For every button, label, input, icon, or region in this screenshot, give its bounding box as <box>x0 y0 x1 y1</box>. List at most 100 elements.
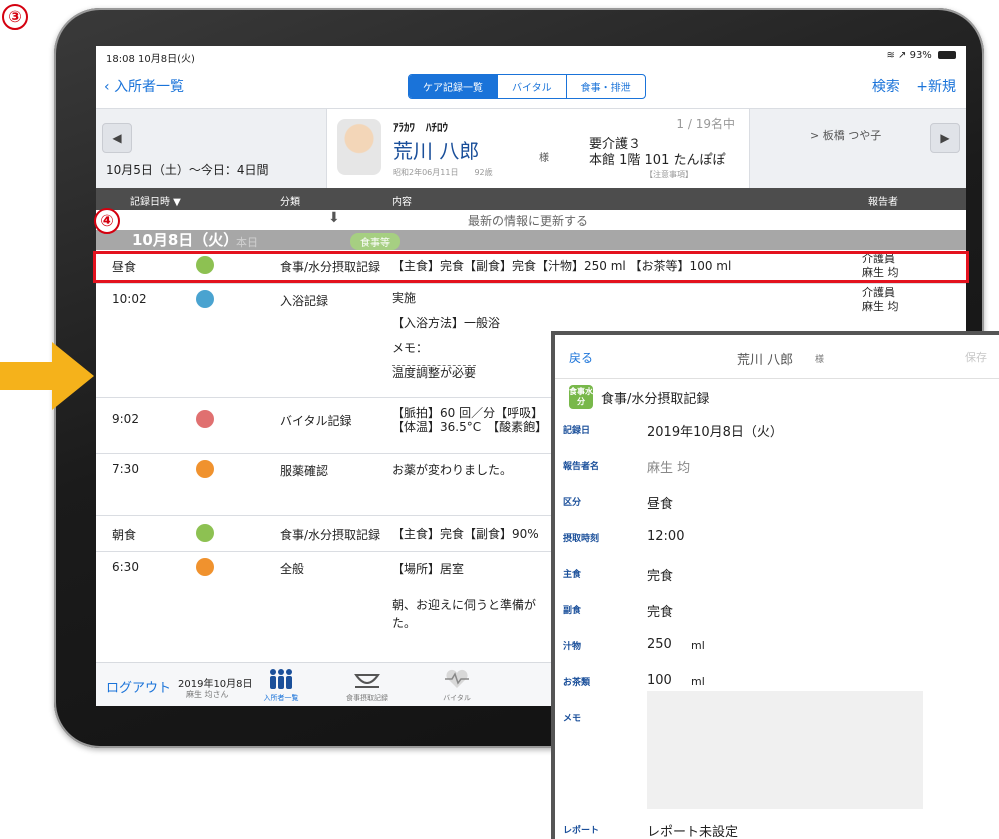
tab-residents[interactable]: 入所者一覧 <box>246 667 316 703</box>
content-line: メモ： <box>392 341 429 355</box>
row-content: お薬が変わりました。 <box>392 462 512 479</box>
row-content: 【場所】居室 朝、お迎えに伺うと準備が た。 <box>392 560 536 632</box>
row-time: 7:30 <box>112 462 139 476</box>
resident-count: 1 / 19名中 <box>676 117 735 131</box>
heart-pulse-icon <box>445 669 469 688</box>
segment-meal-excretion[interactable]: 食事・排泄 <box>567 75 645 98</box>
category-dot-icon <box>196 290 214 308</box>
resident-header: ◀ 10月5日（土）～今日：4日間 ｱﾗｶﾜ ﾊﾁﾛｳ 荒川 八郎 昭和2年06… <box>96 108 966 189</box>
content-line: 温度調整が必要 <box>392 365 477 380</box>
field-value: 12:00 <box>647 529 685 544</box>
field-value: 昼食 <box>647 497 674 512</box>
detail-header: 戻る 荒川 八郎 様 保存 <box>555 335 999 379</box>
tab-meal-records-label: 食事摂取記録 <box>346 694 388 702</box>
field-intake-time[interactable]: 摂取時刻 12:00 <box>555 521 999 555</box>
row-category: 入浴記録 <box>280 294 329 308</box>
field-staple[interactable]: 主食 完食 <box>555 557 999 591</box>
resident-room: 本館 1階 101 たんぽぽ <box>589 153 726 168</box>
next-resident-button[interactable]: ▶ <box>930 123 960 153</box>
field-date[interactable]: 記録日 2019年10月8日（火） <box>555 413 999 447</box>
meal-water-badge-icon: 食事水分 <box>569 385 593 409</box>
search-button[interactable]: 検索 <box>872 79 900 95</box>
tab-vitals[interactable]: バイタル <box>422 667 492 703</box>
field-value: 麻生 均 <box>647 461 691 476</box>
field-value: 250 <box>647 637 672 652</box>
battery-icon <box>938 51 956 59</box>
battery-level: 93% <box>909 50 932 61</box>
refresh-label: 最新の情報に更新する <box>468 214 589 228</box>
next-resident-name: > 板橋 つや子 <box>810 129 882 142</box>
resident-card[interactable]: ｱﾗｶﾜ ﾊﾁﾛｳ 荒川 八郎 昭和2年06月11日 92歳 様 要介護３ 本館… <box>326 109 750 189</box>
detail-back-button[interactable]: 戻る <box>569 349 593 366</box>
caution-notes-link[interactable]: 【注意事項】 <box>645 169 693 180</box>
content-line: 【主食】完食【副食】90% <box>392 527 539 541</box>
status-bar: 18:08 10月8日(火) ≋ ↗ 93% <box>96 46 966 65</box>
field-label: 主食 <box>563 570 582 580</box>
row-time: 朝食 <box>112 528 137 542</box>
field-label: お茶類 <box>563 678 591 688</box>
resident-dob: 昭和2年06月11日 92歳 <box>393 168 493 177</box>
field-value: 100 <box>647 673 672 688</box>
category-dot-icon <box>196 524 214 542</box>
tab-residents-label: 入所者一覧 <box>263 694 299 702</box>
row-content: 【脈拍】60 回／分【呼吸】 【体温】36.5°C 【酸素飽】 <box>392 406 547 434</box>
row-category: 服薬確認 <box>280 464 329 478</box>
row-content: 【主食】完食【副食】90% <box>392 526 539 543</box>
arrow-down-icon: ⬇ <box>328 210 340 226</box>
field-side[interactable]: 副食 完食 <box>555 593 999 627</box>
new-record-button[interactable]: +新規 <box>916 79 956 95</box>
wifi-icon: ≋ ↗ <box>886 50 910 61</box>
field-value: レポート未設定 <box>647 825 739 839</box>
field-value: 完食 <box>647 569 674 584</box>
field-unit: ml <box>691 675 705 688</box>
tab-vitals-label: バイタル <box>443 694 471 702</box>
resident-kana: ｱﾗｶﾜ ﾊﾁﾛｳ <box>393 121 448 134</box>
field-value: 2019年10月8日（火） <box>647 425 783 440</box>
meal-filter-chip[interactable]: 食事等 <box>350 233 400 250</box>
records-table-header: 記録日時 ▼ 分類 内容 報告者 <box>96 188 966 210</box>
memo-textarea[interactable] <box>647 691 923 809</box>
reporter-name: 麻生 均 <box>862 300 899 313</box>
status-right: ≋ ↗ 93% <box>886 50 956 61</box>
content-line: た。 <box>392 616 417 630</box>
category-dot-icon <box>196 558 214 576</box>
detail-title-text: 食事/水分摂取記録 <box>601 392 710 407</box>
detail-honorific: 様 <box>815 355 825 365</box>
view-segmented-control: ケア記録一覧 バイタル 食事・排泄 <box>408 74 646 99</box>
content-line: 【場所】居室 <box>392 562 465 576</box>
status-time: 18:08 10月8日(火) <box>106 54 195 65</box>
date-section-header: 10月8日（火） 本日 食事等 <box>96 230 966 250</box>
field-reporter[interactable]: 報告者名 麻生 均 <box>555 449 999 483</box>
back-to-residents-button[interactable]: ‹ 入所者一覧 <box>104 76 184 96</box>
field-meal-type[interactable]: 区分 昼食 <box>555 485 999 519</box>
field-label: 区分 <box>563 498 582 508</box>
save-button[interactable]: 保存 <box>965 349 987 365</box>
login-date: 2019年10月8日 <box>178 679 253 690</box>
prev-resident-button[interactable]: ◀ <box>102 123 132 153</box>
logout-button[interactable]: ログアウト <box>106 677 171 696</box>
resident-name: 荒川 八郎 <box>393 139 480 163</box>
record-period: 10月5日（土）～今日：4日間 <box>106 163 269 177</box>
people-icon <box>270 669 292 689</box>
field-label: 摂取時刻 <box>563 534 600 544</box>
content-line: 【入浴方法】一般浴 <box>392 316 501 330</box>
header-category: 分類 <box>280 197 300 208</box>
step-4-annotation: ④ <box>94 208 120 234</box>
nav-actions: 検索 +新規 <box>860 76 956 96</box>
tab-meal-records[interactable]: 食事摂取記録 <box>332 667 402 703</box>
field-soup[interactable]: 汁物 250 ml <box>555 629 999 663</box>
login-user: 麻生 均さん <box>186 690 229 699</box>
segment-vitals[interactable]: バイタル <box>498 75 567 98</box>
refresh-row[interactable]: ⬇ 最新の情報に更新する <box>96 210 966 230</box>
back-label: 入所者一覧 <box>114 79 185 95</box>
segment-care-records[interactable]: ケア記録一覧 <box>409 75 498 98</box>
header-datetime-sort[interactable]: 記録日時 ▼ <box>130 193 181 208</box>
content-line: 【体温】36.5°C 【酸素飽】 <box>392 420 548 434</box>
chevron-left-icon: ‹ <box>104 79 110 95</box>
row-category: 全般 <box>280 562 305 576</box>
row-time: 6:30 <box>112 560 139 574</box>
field-report[interactable]: レポート レポート未設定 <box>555 813 999 839</box>
detail-resident-name: 荒川 八郎 <box>737 353 794 368</box>
resident-avatar <box>337 119 381 175</box>
navigation-bar: ‹ 入所者一覧 ケア記録一覧 バイタル 食事・排泄 検索 +新規 <box>96 68 966 108</box>
